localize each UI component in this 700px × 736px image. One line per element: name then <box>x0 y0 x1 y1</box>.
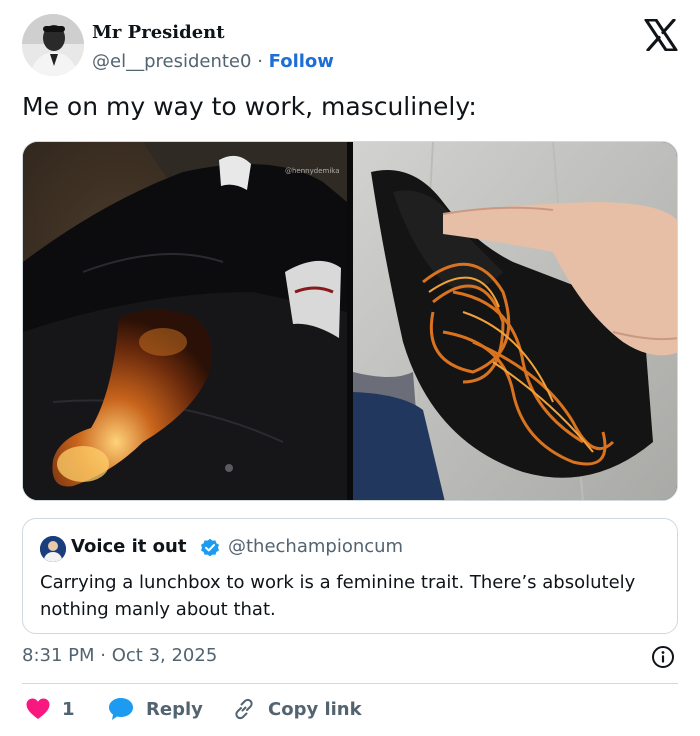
media-image-right[interactable] <box>353 142 677 500</box>
x-logo-icon[interactable] <box>644 18 678 52</box>
follow-button[interactable]: Follow <box>269 51 334 72</box>
tweet-actions: 1 Reply Copy link <box>22 692 678 726</box>
tweet-time: 8:31 PM <box>22 645 95 666</box>
copy-link-button[interactable]: Copy link <box>232 692 362 726</box>
quoted-tweet-text: Carrying a lunchbox to work is a feminin… <box>40 572 636 620</box>
like-button[interactable]: 1 <box>26 692 75 726</box>
quoted-avatar[interactable] <box>40 536 66 562</box>
author-handle-row: @el__presidente0 · Follow <box>92 51 334 72</box>
author-handle[interactable]: @el__presidente0 <box>92 51 251 72</box>
tweet-header: Mr President @el__presidente0 · Follow <box>22 14 682 78</box>
tweet-date: Oct 3, 2025 <box>111 645 218 666</box>
reply-label: Reply <box>146 698 203 720</box>
quoted-tweet[interactable]: Voice it out @thechampioncum Carrying a … <box>22 518 678 634</box>
handle-separator: · <box>257 51 263 72</box>
tweet-media[interactable]: @hennydemika <box>22 141 678 501</box>
info-icon[interactable] <box>651 645 675 669</box>
heart-icon <box>26 698 50 720</box>
tweet-text: Me on my way to work, masculinely: <box>22 92 477 121</box>
timestamp-separator: · <box>100 645 106 666</box>
verified-badge-icon <box>200 538 220 558</box>
quoted-author-name: Voice it out <box>71 536 187 557</box>
tweet-timestamp[interactable]: 8:31 PM · Oct 3, 2025 <box>22 645 217 666</box>
media-image-left[interactable]: @hennydemika <box>23 142 347 500</box>
speech-bubble-icon <box>108 697 134 721</box>
link-icon <box>232 697 256 721</box>
reply-button[interactable]: Reply <box>108 692 203 726</box>
author-name[interactable]: Mr President <box>92 22 225 43</box>
author-avatar[interactable] <box>22 14 84 76</box>
actions-divider <box>22 683 678 684</box>
quoted-author-handle: @thechampioncum <box>228 536 404 557</box>
like-count: 1 <box>62 698 75 720</box>
copy-link-label: Copy link <box>268 698 362 720</box>
media-watermark: @hennydemika <box>285 167 340 175</box>
